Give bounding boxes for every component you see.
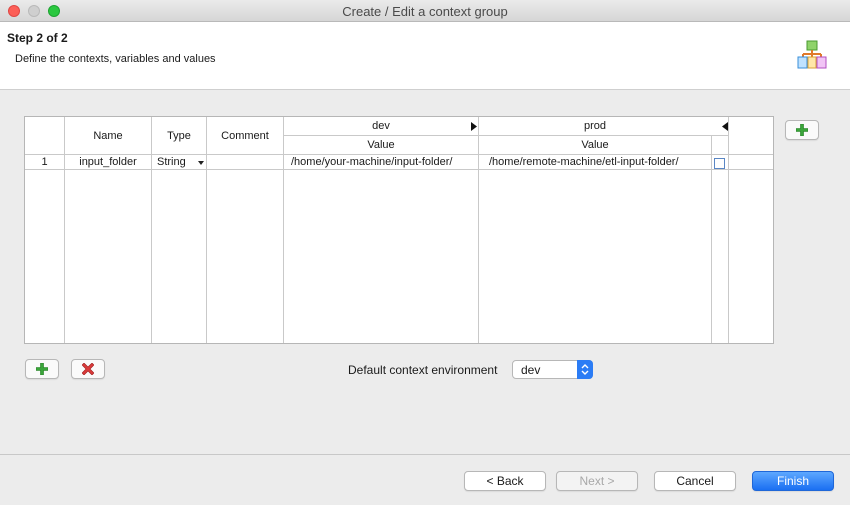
remove-variable-button[interactable]: [71, 359, 105, 379]
step-title: Step 2 of 2: [7, 31, 68, 45]
column-header-comment[interactable]: Comment: [207, 129, 283, 144]
column-divider: [711, 136, 712, 343]
dev-value-header: Value: [367, 139, 395, 151]
default-context-select[interactable]: dev: [512, 360, 593, 379]
default-context-value: dev: [521, 363, 541, 377]
prompt-checkbox[interactable]: [714, 158, 725, 169]
delete-x-icon: [82, 363, 94, 375]
finish-button[interactable]: Finish: [752, 471, 834, 491]
next-button[interactable]: Next >: [556, 471, 638, 491]
header-divider: [284, 135, 729, 136]
column-header-type[interactable]: Type: [152, 129, 206, 144]
scroll-right-arrow-icon[interactable]: [471, 122, 477, 131]
context-variables-table[interactable]: Name Type Comment dev prod Value Value 1…: [24, 116, 774, 344]
column-divider: [728, 117, 729, 343]
back-button[interactable]: < Back: [464, 471, 546, 491]
window-title: Create / Edit a context group: [342, 4, 508, 19]
variable-name-cell[interactable]: input_folder: [65, 155, 151, 170]
column-divider: [151, 117, 152, 343]
default-context-label: Default context environment: [348, 363, 498, 377]
plus-icon: [796, 124, 808, 136]
prod-value-header: Value: [581, 139, 609, 151]
add-variable-button[interactable]: [25, 359, 59, 379]
step-description: Define the contexts, variables and value…: [15, 53, 216, 65]
scroll-left-arrow-icon[interactable]: [722, 122, 728, 131]
wizard-header: Step 2 of 2 Define the contexts, variabl…: [0, 22, 850, 90]
variable-type-cell[interactable]: String: [157, 155, 197, 170]
row-index: 1: [41, 156, 48, 168]
cancel-button[interactable]: Cancel: [654, 471, 736, 491]
type-dropdown-arrow-icon[interactable]: [198, 161, 204, 165]
column-divider: [64, 117, 65, 343]
context-header-dev[interactable]: dev: [284, 119, 478, 134]
footer-divider: [0, 454, 850, 455]
context-header-prod[interactable]: prod: [479, 119, 711, 134]
window-titlebar: Create / Edit a context group: [0, 0, 850, 22]
column-divider: [206, 117, 207, 343]
column-header-name[interactable]: Name: [65, 129, 151, 144]
context-group-icon: [797, 40, 827, 69]
dev-value-cell[interactable]: /home/your-machine/input-folder/: [291, 155, 478, 170]
plus-icon: [36, 363, 48, 375]
prod-value-cell[interactable]: /home/remote-machine/etl-input-folder/: [489, 155, 711, 170]
add-context-button[interactable]: [785, 120, 819, 140]
select-arrows-icon[interactable]: [577, 360, 593, 379]
